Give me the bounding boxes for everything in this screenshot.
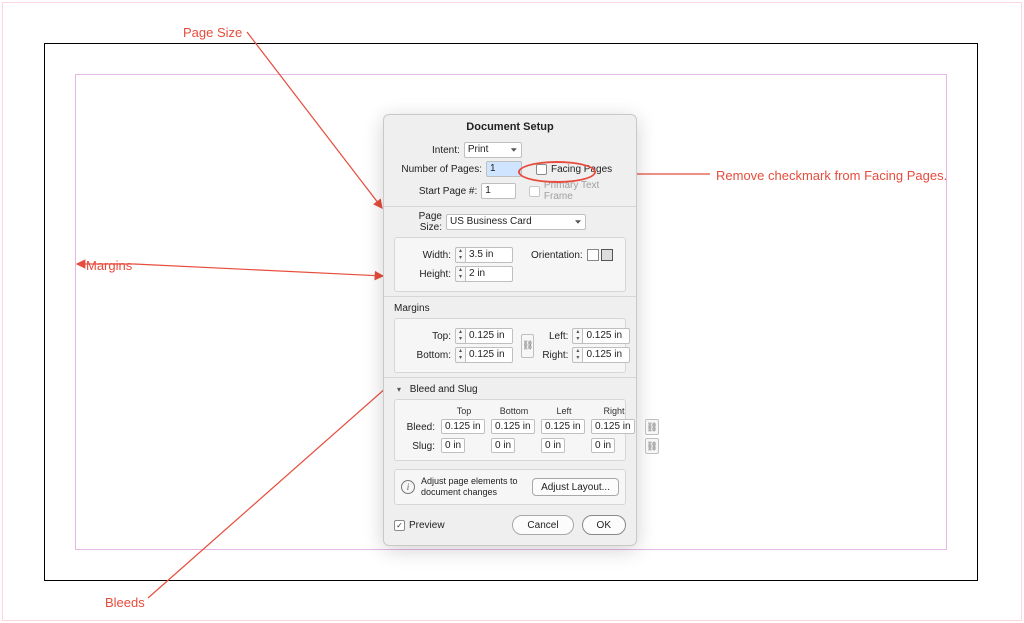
annotation-margins: Margins [86, 258, 132, 273]
bleed-bottom-input[interactable]: 0.125 in [491, 419, 535, 434]
height-stepper[interactable]: ▴▾ [455, 266, 465, 282]
start-page-label: Start Page #: [394, 186, 477, 197]
orientation-portrait-icon[interactable] [587, 249, 599, 261]
checkbox-icon [529, 186, 539, 197]
link-slug-icon[interactable]: ⛓ [645, 438, 659, 454]
ok-button[interactable]: OK [582, 515, 626, 535]
checkbox-icon [536, 164, 547, 175]
dialog-title: Document Setup [384, 115, 636, 137]
link-margins-icon[interactable]: ⛓ [521, 334, 534, 358]
margin-left-label: Left: [538, 331, 568, 342]
intent-select[interactable]: Print [464, 142, 522, 158]
bleed-left-input[interactable]: 0.125 in [541, 419, 585, 434]
height-label: Height: [403, 269, 451, 280]
width-stepper[interactable]: ▴▾ [455, 247, 465, 263]
margin-right-label: Right: [538, 350, 568, 361]
height-input[interactable]: 2 in [465, 266, 513, 282]
margin-right-stepper[interactable]: ▴▾ [572, 347, 582, 363]
start-page-input[interactable]: 1 [481, 183, 516, 199]
orientation-label: Orientation: [531, 250, 583, 261]
preview-label: Preview [409, 520, 445, 531]
annotation-page-size: Page Size [183, 25, 242, 40]
margin-left-stepper[interactable]: ▴▾ [572, 328, 582, 344]
margin-right-input[interactable]: 0.125 in [582, 347, 630, 363]
margin-top-label: Top: [403, 331, 451, 342]
intent-label: Intent: [432, 145, 460, 156]
slug-bottom-input[interactable]: 0 in [491, 438, 515, 453]
margin-left-input[interactable]: 0.125 in [582, 328, 630, 344]
num-pages-input[interactable]: 1 [486, 161, 522, 177]
cancel-button[interactable]: Cancel [512, 515, 573, 535]
col-top: Top [441, 406, 487, 416]
col-left: Left [541, 406, 587, 416]
link-bleed-icon[interactable]: ⛓ [645, 419, 659, 435]
bleed-row-label: Bleed: [399, 422, 437, 433]
disclosure-icon[interactable]: ▾ [394, 385, 404, 395]
primary-text-frame-label: Primary Text Frame [544, 180, 626, 202]
slug-left-input[interactable]: 0 in [541, 438, 565, 453]
margin-bottom-input[interactable]: 0.125 in [465, 347, 513, 363]
annotation-bleeds: Bleeds [105, 595, 145, 610]
slug-top-input[interactable]: 0 in [441, 438, 465, 453]
annotation-remove-facing: Remove checkmark from Facing Pages. [716, 168, 947, 183]
num-pages-label: Number of Pages: [394, 164, 482, 175]
adjust-layout-button[interactable]: Adjust Layout... [532, 478, 619, 496]
preview-check[interactable]: Preview [394, 520, 445, 531]
adjust-text: Adjust page elements to document changes [421, 476, 526, 498]
orientation-landscape-icon[interactable] [601, 249, 613, 261]
margin-bottom-label: Bottom: [403, 350, 451, 361]
checkbox-icon [394, 520, 405, 531]
facing-pages-label: Facing Pages [551, 164, 612, 175]
slug-right-input[interactable]: 0 in [591, 438, 615, 453]
width-label: Width: [403, 250, 451, 261]
slug-row-label: Slug: [399, 441, 437, 452]
bleed-top-input[interactable]: 0.125 in [441, 419, 485, 434]
margin-bottom-stepper[interactable]: ▴▾ [455, 347, 465, 363]
col-bottom: Bottom [491, 406, 537, 416]
margin-top-stepper[interactable]: ▴▾ [455, 328, 465, 344]
bleed-right-input[interactable]: 0.125 in [591, 419, 635, 434]
primary-text-frame-check: Primary Text Frame [529, 180, 626, 202]
page-size-label: Page Size: [394, 211, 442, 233]
width-input[interactable]: 3.5 in [465, 247, 513, 263]
document-setup-dialog: Document Setup Intent: Print Number of P… [383, 114, 637, 546]
margins-group-label: Margins [394, 303, 626, 314]
facing-pages-check[interactable]: Facing Pages [536, 164, 612, 175]
bleed-slug-label: Bleed and Slug [410, 384, 478, 395]
page-size-select[interactable]: US Business Card [446, 214, 586, 230]
margin-top-input[interactable]: 0.125 in [465, 328, 513, 344]
col-right: Right [591, 406, 637, 416]
info-icon: i [401, 480, 415, 494]
